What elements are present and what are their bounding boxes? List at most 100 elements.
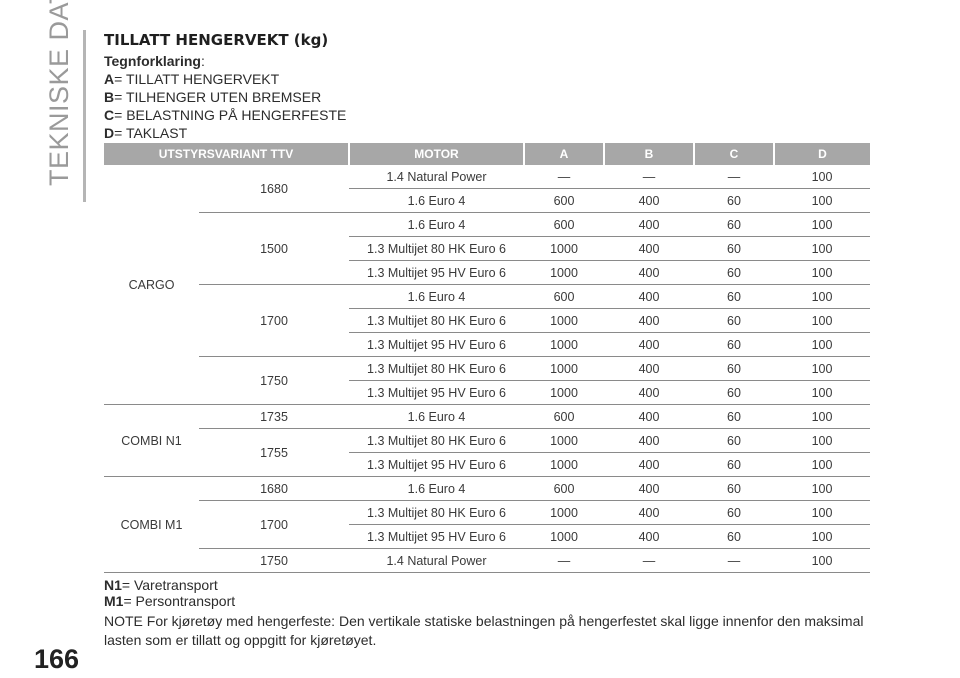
cell-motor: 1.3 Multijet 80 HK Euro 6 — [349, 356, 524, 381]
cell-b: 400 — [604, 332, 694, 357]
cell-d: 100 — [774, 380, 870, 405]
cell-c: 60 — [694, 212, 774, 237]
legend-item: D= TAKLAST — [104, 124, 346, 142]
legend-key: B — [104, 89, 115, 105]
column-header-b: B — [603, 143, 694, 165]
table-header-row: UTSTYRSVARIANT TTV MOTOR A B C D — [104, 143, 870, 165]
cell-motor: 1.4 Natural Power — [349, 165, 524, 189]
cell-b: 400 — [604, 308, 694, 333]
cell-b: 400 — [604, 476, 694, 501]
cell-ttv: 1700 — [199, 500, 349, 549]
legend-item: B= TILHENGER UTEN BREMSER — [104, 88, 346, 106]
cell-d: 100 — [774, 260, 870, 285]
cell-motor: 1.6 Euro 4 — [349, 404, 524, 429]
cell-b: 400 — [604, 524, 694, 549]
cell-d: 100 — [774, 284, 870, 309]
cell-motor: 1.3 Multijet 95 HV Euro 6 — [349, 524, 524, 549]
cell-motor: 1.3 Multijet 80 HK Euro 6 — [349, 428, 524, 453]
sidebar-rule — [83, 30, 86, 202]
cell-c: — — [694, 548, 774, 573]
cell-d: 100 — [774, 476, 870, 501]
cell-ttv: 1680 — [199, 476, 349, 501]
cell-b: 400 — [604, 356, 694, 381]
page-number: 166 — [34, 644, 80, 674]
cell-b: — — [604, 548, 694, 573]
cell-variant: CARGO — [104, 165, 199, 405]
cell-c: 60 — [694, 284, 774, 309]
cell-a: 600 — [524, 404, 604, 429]
column-header-a: A — [523, 143, 604, 165]
cell-a: 1000 — [524, 428, 604, 453]
cell-variant: COMBI N1 — [104, 404, 199, 477]
table-row: CARGO 1680 1.4 Natural Power — — —100 — [104, 165, 870, 405]
cell-c: 60 — [694, 404, 774, 429]
cell-ttv: 1500 — [199, 212, 349, 285]
footnote: M1= Persontransport — [104, 593, 235, 609]
note-text: NOTE For kjøretøy med hengerfeste: Den v… — [104, 613, 864, 648]
legend-text: = TILHENGER UTEN BREMSER — [114, 89, 322, 105]
legend-key: A — [104, 71, 115, 87]
legend-heading: Tegnforklaring — [104, 53, 201, 69]
cell-c: 60 — [694, 188, 774, 213]
cell-c: 60 — [694, 452, 774, 477]
cell-variant: COMBI M1 — [104, 476, 199, 573]
legend-key: D — [104, 125, 115, 141]
cell-c: 60 — [694, 476, 774, 501]
cell-b: 400 — [604, 284, 694, 309]
cell-ttv: 1700 — [199, 284, 349, 357]
cell-d: 100 — [774, 404, 870, 429]
cell-c: 60 — [694, 380, 774, 405]
legend-item: C= BELASTNING PÅ HENGERFESTE — [104, 106, 346, 124]
cell-a: 1000 — [524, 356, 604, 381]
trailer-weight-table: UTSTYRSVARIANT TTV MOTOR A B C D CARGO 16… — [104, 143, 870, 573]
cell-b: 400 — [604, 428, 694, 453]
cell-motor: 1.4 Natural Power — [349, 548, 524, 573]
cell-b: 400 — [604, 260, 694, 285]
cell-a: 600 — [524, 212, 604, 237]
cell-a: 1000 — [524, 452, 604, 477]
cell-motor: 1.3 Multijet 95 HV Euro 6 — [349, 260, 524, 285]
cell-a: — — [524, 548, 604, 573]
cell-motor: 1.6 Euro 4 — [349, 212, 524, 237]
table-row: 1700 1.3 Multijet 80 HK Euro 6 1000 400 60 10… — [104, 500, 870, 549]
cell-a: 1000 — [524, 332, 604, 357]
column-header-variant: UTSTYRSVARIANT TTV — [104, 143, 349, 165]
legend-heading-line: Tegnforklaring: — [104, 52, 346, 70]
legend-text: = BELASTNING PÅ HENGERFESTE — [114, 107, 347, 123]
cell-motor: 1.6 Euro 4 — [349, 284, 524, 309]
footnote-text: = Persontransport — [123, 593, 236, 609]
cell-d: 100 — [774, 524, 870, 549]
table-row: 1500 1.6 Euro 4 600 400 60 100 — [104, 212, 870, 285]
cell-a: 1000 — [524, 380, 604, 405]
cell-d: 100 — [774, 500, 870, 525]
footnote-key: M1 — [104, 593, 124, 609]
cell-c: 60 — [694, 260, 774, 285]
cell-d: 100 — [774, 452, 870, 477]
cell-motor: 1.6 Euro 4 — [349, 188, 524, 213]
legend: Tegnforklaring: A= TILLATT HENGERVEKT B=… — [104, 52, 346, 142]
cell-motor: 1.3 Multijet 95 HV Euro 6 — [349, 380, 524, 405]
cell-a: 1000 — [524, 524, 604, 549]
column-header-d: D — [773, 143, 870, 165]
cell-c: 60 — [694, 500, 774, 525]
column-header-c: C — [693, 143, 774, 165]
footnote-key: N1 — [104, 577, 122, 593]
cell-c: — — [694, 165, 774, 189]
cell-ttv: 1750 — [199, 356, 349, 405]
cell-d: 100 — [774, 308, 870, 333]
cell-d: 100 — [774, 236, 870, 261]
column-header-motor: MOTOR — [348, 143, 524, 165]
table-row: 1750 1.4 Natural Power — — —100 — [104, 548, 870, 573]
cell-c: 60 — [694, 524, 774, 549]
cell-motor: 1.3 Multijet 95 HV Euro 6 — [349, 332, 524, 357]
footnote-text: = Varetransport — [121, 577, 218, 593]
legend-item: A= TILLATT HENGERVEKT — [104, 70, 346, 88]
cell-d: 100 — [774, 188, 870, 213]
sidebar-section-title: TEKNISKE DATA — [44, 0, 74, 186]
cell-b: 400 — [604, 212, 694, 237]
cell-motor: 1.6 Euro 4 — [349, 476, 524, 501]
cell-b: 400 — [604, 500, 694, 525]
cell-d: 100 — [774, 165, 870, 189]
cell-a: 600 — [524, 188, 604, 213]
cell-b: 400 — [604, 380, 694, 405]
